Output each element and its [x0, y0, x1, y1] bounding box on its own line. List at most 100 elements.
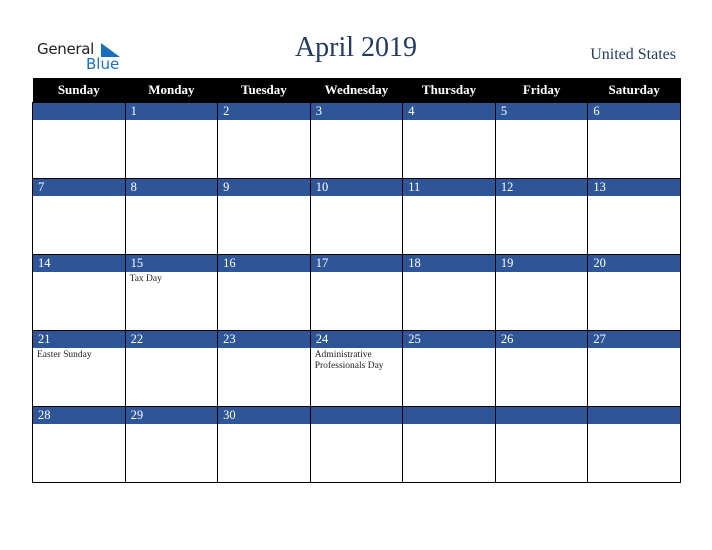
holiday-label: [496, 120, 588, 124]
holiday-label: [496, 424, 588, 428]
day-cell[interactable]: 18: [402, 254, 496, 331]
holiday-label: [403, 272, 495, 276]
day-cell[interactable]: 9: [217, 178, 311, 255]
day-cell[interactable]: 19: [494, 254, 589, 331]
holiday-label: [588, 424, 680, 428]
day-number: 7: [33, 179, 125, 196]
day-number: 26: [495, 331, 588, 348]
day-number: 15: [125, 255, 218, 272]
holiday-label: [588, 272, 680, 276]
day-number: 8: [125, 179, 218, 196]
holiday-label: [126, 424, 218, 428]
holiday-label: [496, 348, 588, 352]
day-number: 13: [588, 179, 680, 196]
day-cell[interactable]: 25: [402, 330, 496, 407]
holiday-label: [588, 196, 680, 200]
day-number: 25: [403, 331, 495, 348]
holiday-label: [33, 196, 125, 200]
day-cell[interactable]: [309, 406, 404, 483]
day-cell[interactable]: 24 Administrative Professionals Day: [309, 330, 404, 407]
day-number: 28: [33, 407, 125, 424]
day-number: 4: [403, 103, 495, 120]
holiday-label: [311, 424, 403, 428]
week-row: 123456: [32, 102, 681, 179]
day-number: 21: [33, 331, 125, 348]
day-cell[interactable]: 30: [217, 406, 311, 483]
day-number: 23: [218, 331, 310, 348]
day-number: 29: [125, 407, 218, 424]
day-number: 16: [218, 255, 310, 272]
day-cell[interactable]: 17: [309, 254, 404, 331]
holiday-label: [588, 348, 680, 352]
day-cell[interactable]: 28: [32, 406, 126, 483]
day-number: 24: [310, 331, 403, 348]
day-cell[interactable]: 21 Easter Sunday: [32, 330, 126, 407]
day-cell[interactable]: 2: [217, 102, 311, 179]
day-cell[interactable]: 16: [217, 254, 311, 331]
holiday-label: [588, 120, 680, 124]
holiday-label: [126, 120, 218, 124]
holiday-label: [218, 120, 310, 124]
holiday-label: [33, 120, 125, 124]
holiday-label: Easter Sunday: [37, 350, 92, 360]
day-cell[interactable]: 7: [32, 178, 126, 255]
day-number: [33, 103, 125, 120]
day-cell[interactable]: 13: [587, 178, 681, 255]
holiday-label: [403, 196, 495, 200]
day-number: 5: [495, 103, 588, 120]
day-cell[interactable]: [587, 406, 681, 483]
day-number: 10: [310, 179, 403, 196]
holiday-label: [126, 196, 218, 200]
day-cell[interactable]: [494, 406, 589, 483]
holiday-label: Administrative Professionals Day: [314, 350, 384, 371]
holiday-label: Tax Day: [129, 274, 162, 284]
holiday-label: [218, 272, 310, 276]
day-cell[interactable]: 4: [402, 102, 496, 179]
day-cell[interactable]: 15 Tax Day: [124, 254, 219, 331]
day-number: [310, 407, 403, 424]
day-cell[interactable]: 8: [124, 178, 219, 255]
weekday-header-saturday: Saturday: [587, 78, 681, 103]
holiday-label: [403, 424, 495, 428]
holiday-label: [218, 424, 310, 428]
day-cell[interactable]: 3: [309, 102, 404, 179]
weekday-header-friday: Friday: [495, 78, 588, 103]
day-cell[interactable]: 20: [587, 254, 681, 331]
holiday-label: [403, 120, 495, 124]
week-row: 28 29 30: [32, 406, 681, 483]
day-cell[interactable]: 6: [587, 102, 681, 179]
day-cell[interactable]: 27: [587, 330, 681, 407]
holiday-label: [126, 348, 218, 352]
day-number: 19: [495, 255, 588, 272]
day-cell[interactable]: 23: [217, 330, 311, 407]
day-number: 14: [33, 255, 125, 272]
weekday-header-thursday: Thursday: [402, 78, 496, 103]
holiday-label: [496, 196, 588, 200]
day-number: 30: [218, 407, 310, 424]
day-number: 11: [403, 179, 495, 196]
day-cell[interactable]: 5: [494, 102, 589, 179]
day-number: [403, 407, 495, 424]
holiday-label: [403, 348, 495, 352]
holiday-label: [218, 348, 310, 352]
holiday-label: [218, 196, 310, 200]
day-number: 17: [310, 255, 403, 272]
day-cell[interactable]: 1: [124, 102, 219, 179]
day-cell[interactable]: 26: [494, 330, 589, 407]
weekday-header-tuesday: Tuesday: [217, 78, 311, 103]
day-cell[interactable]: 12: [494, 178, 589, 255]
day-cell[interactable]: 29: [124, 406, 219, 483]
day-number: [588, 407, 680, 424]
day-cell[interactable]: [32, 102, 126, 179]
day-number: 27: [588, 331, 680, 348]
country-label: United States: [590, 46, 676, 63]
day-cell[interactable]: 11: [402, 178, 496, 255]
day-cell[interactable]: 22: [124, 330, 219, 407]
day-cell[interactable]: [402, 406, 496, 483]
day-cell[interactable]: 10: [309, 178, 404, 255]
holiday-label: [311, 272, 403, 276]
day-number: 1: [125, 103, 218, 120]
day-cell[interactable]: 14: [32, 254, 126, 331]
holiday-label: [496, 272, 588, 276]
week-row: 21 Easter Sunday 22 23 24 Administrative Prof…: [32, 330, 681, 407]
